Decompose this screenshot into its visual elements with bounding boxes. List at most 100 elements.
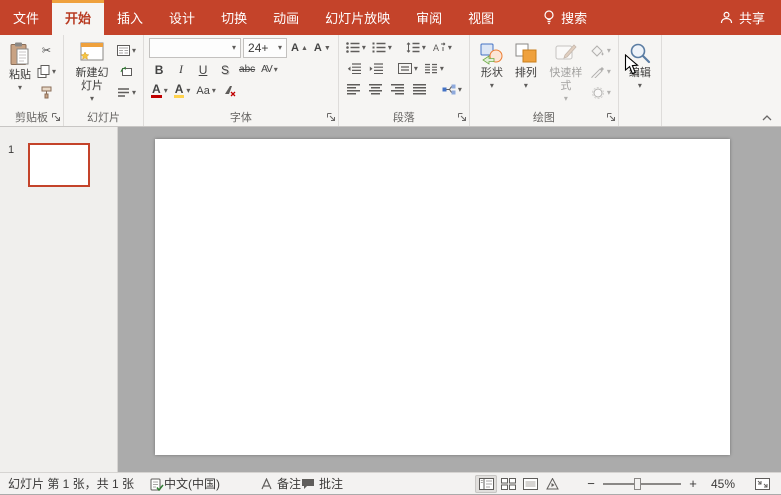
- cut-button[interactable]: ✂: [35, 41, 58, 60]
- chevron-down-icon: ▾: [637, 81, 642, 91]
- clipboard-dialog-launcher[interactable]: [51, 112, 61, 122]
- drawing-dialog-launcher[interactable]: [606, 112, 616, 122]
- chevron-down-icon: ▾: [387, 42, 392, 52]
- numbering-button[interactable]: ▾: [370, 38, 394, 57]
- clear-formatting-button[interactable]: [220, 81, 240, 100]
- align-left-button[interactable]: [344, 80, 364, 99]
- search-box[interactable]: 搜索: [533, 0, 597, 35]
- justify-button[interactable]: [410, 80, 430, 99]
- align-right-button[interactable]: [388, 80, 408, 99]
- comments-button[interactable]: 批注: [301, 475, 343, 492]
- format-painter-icon: [40, 86, 53, 99]
- quick-styles-button[interactable]: 快速样式 ▾: [543, 38, 589, 104]
- align-text-button[interactable]: ▾: [396, 59, 420, 78]
- slide-thumbnail[interactable]: [28, 143, 91, 187]
- bold-button[interactable]: B: [149, 60, 169, 79]
- tab-slideshow[interactable]: 幻灯片放映: [312, 0, 403, 35]
- status-bar: 幻灯片 第 1 张，共 1 张 中文(中国) 备注 批注 − + 45%: [0, 472, 781, 494]
- chevron-down-icon: ▾: [278, 43, 283, 52]
- tab-view[interactable]: 视图: [455, 0, 507, 35]
- shape-outline-icon: [591, 66, 605, 78]
- character-spacing-button[interactable]: AV ▾: [259, 60, 280, 79]
- slide-info[interactable]: 幻灯片 第 1 张，共 1 张: [8, 475, 134, 492]
- columns-button[interactable]: ▾: [422, 59, 446, 78]
- shapes-label: 形状: [480, 67, 503, 79]
- change-case-button[interactable]: Aa ▾: [194, 81, 217, 100]
- shrink-font-button[interactable]: A ▼: [312, 39, 333, 58]
- share-label: 共享: [738, 11, 765, 26]
- line-spacing-button[interactable]: ▾: [404, 38, 428, 57]
- format-painter-button[interactable]: [35, 83, 58, 102]
- increase-indent-button[interactable]: [366, 59, 386, 78]
- text-direction-button[interactable]: A ▾: [430, 38, 454, 57]
- tab-file[interactable]: 文件: [0, 0, 52, 35]
- chevron-down-icon: ▾: [563, 94, 568, 104]
- slideshow-view-button[interactable]: [541, 475, 563, 493]
- zoom-level[interactable]: 45%: [701, 477, 735, 491]
- strikethrough-button[interactable]: abc: [237, 60, 257, 79]
- smartart-convert-button[interactable]: ▾: [440, 80, 464, 99]
- language-indicator[interactable]: 中文(中国): [164, 475, 220, 492]
- shape-outline-button[interactable]: ▾: [589, 62, 613, 81]
- tab-home[interactable]: 开始: [52, 0, 105, 35]
- font-size-combo[interactable]: 24+ ▾: [243, 38, 288, 58]
- new-slide-icon: [79, 41, 105, 65]
- tab-review[interactable]: 审阅: [403, 0, 455, 35]
- drawing-group: 形状 ▾ 排列 ▾ 快速样式 ▾ ▾ ▾ ▾ 绘图: [470, 35, 619, 126]
- tab-design[interactable]: 设计: [156, 0, 208, 35]
- bullets-button[interactable]: ▾: [344, 38, 368, 57]
- chevron-down-icon: ▾: [17, 83, 22, 93]
- zoom-out-button[interactable]: −: [583, 476, 599, 492]
- menubar-spacer: [597, 0, 704, 35]
- font-color-button[interactable]: A ▾: [149, 81, 170, 100]
- shape-fill-button[interactable]: ▾: [589, 41, 613, 60]
- slide-canvas[interactable]: [155, 139, 730, 455]
- clipboard-group: 粘贴 ▾ ✂ ▾ 剪贴板: [0, 35, 65, 126]
- smartart-icon: [442, 84, 456, 95]
- layout-button[interactable]: ▾: [115, 41, 138, 60]
- notes-button[interactable]: 备注: [260, 475, 301, 492]
- slide-sorter-view-button[interactable]: [497, 475, 519, 493]
- zoom-in-button[interactable]: +: [685, 476, 701, 492]
- decrease-indent-button[interactable]: [344, 59, 364, 78]
- mouse-cursor: [624, 54, 640, 76]
- chevron-down-icon: ▾: [523, 81, 528, 91]
- section-button[interactable]: ▾: [115, 83, 138, 102]
- new-slide-button[interactable]: 新建幻灯片 ▾: [69, 38, 115, 104]
- spellcheck-button[interactable]: [150, 477, 164, 491]
- font-dialog-launcher[interactable]: [326, 112, 336, 122]
- zoom-slider[interactable]: [603, 477, 681, 490]
- tab-insert[interactable]: 插入: [104, 0, 156, 35]
- arrange-button[interactable]: 排列 ▾: [509, 38, 543, 91]
- collapse-ribbon-button[interactable]: [761, 114, 773, 122]
- underline-button[interactable]: U: [193, 60, 213, 79]
- tab-animations[interactable]: 动画: [260, 0, 312, 35]
- align-center-button[interactable]: [366, 80, 386, 99]
- chevron-down-icon: ▾: [163, 85, 168, 95]
- reset-button[interactable]: [115, 62, 138, 81]
- arrange-label: 排列: [514, 67, 537, 79]
- comments-label: 批注: [319, 477, 344, 491]
- tab-transitions[interactable]: 切换: [208, 0, 260, 35]
- fit-to-window-button[interactable]: [751, 475, 773, 493]
- copy-button[interactable]: ▾: [35, 62, 58, 81]
- paste-button[interactable]: 粘贴 ▾: [5, 38, 35, 93]
- editing-canvas: [118, 127, 781, 472]
- text-shadow-button[interactable]: S: [215, 60, 235, 79]
- align-right-icon: [391, 84, 405, 95]
- share-button[interactable]: 共享: [704, 0, 781, 35]
- chevron-down-icon: ▾: [52, 66, 57, 76]
- shape-effects-button[interactable]: ▾: [589, 83, 613, 102]
- font-group-label: 字体: [229, 111, 252, 124]
- font-name-combo[interactable]: ▾: [149, 38, 242, 58]
- reading-view-button[interactable]: [519, 475, 541, 493]
- grow-font-button[interactable]: A ▲: [289, 39, 310, 58]
- chevron-down-icon: ▾: [457, 84, 462, 94]
- highlight-color-button[interactable]: A ▾: [172, 81, 193, 100]
- normal-view-button[interactable]: [475, 474, 497, 493]
- zoom-slider-thumb[interactable]: [634, 477, 642, 490]
- paragraph-dialog-launcher[interactable]: [457, 112, 467, 122]
- italic-button[interactable]: I: [171, 60, 191, 79]
- notes-label: 备注: [277, 477, 302, 491]
- shapes-button[interactable]: 形状 ▾: [475, 38, 509, 91]
